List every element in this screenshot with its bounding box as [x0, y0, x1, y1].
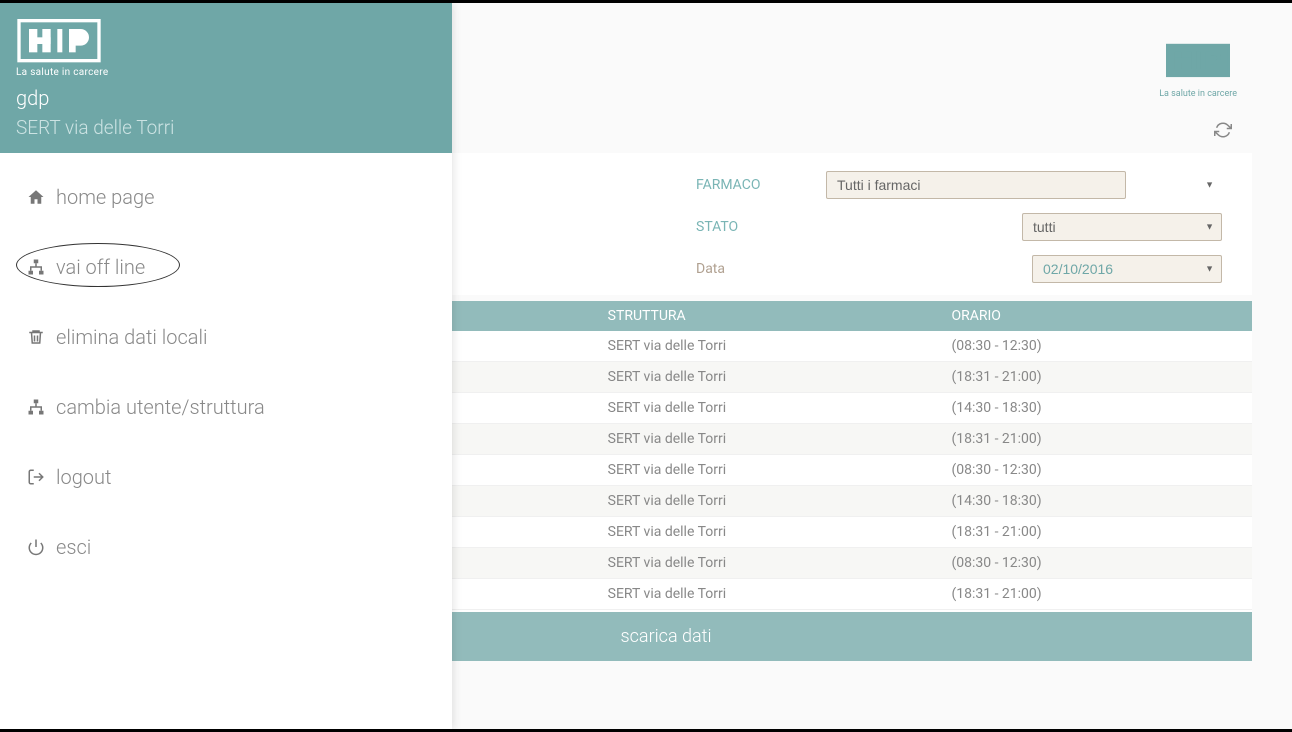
sidebar-location: SERT via delle Torri	[16, 116, 436, 139]
header-logo-tagline: La salute in carcere	[1159, 89, 1237, 99]
nav-item-label: logout	[56, 465, 111, 489]
sitemap-icon	[26, 398, 46, 416]
table-cell: SERT via delle Torri	[596, 331, 940, 362]
table-cell: SERT via delle Torri	[596, 424, 940, 455]
logout-icon	[26, 468, 46, 486]
nav-item-esci[interactable]: esci	[8, 521, 444, 573]
farmaco-label: FARMACO	[696, 177, 826, 193]
sidebar-logo: La salute in carcere	[16, 15, 108, 82]
stato-label: STATO	[696, 219, 826, 235]
refresh-button[interactable]	[1214, 121, 1232, 143]
data-select[interactable]: 02/10/2016	[1032, 255, 1222, 283]
header-logo: La salute in carcere	[1159, 43, 1237, 99]
trash-icon	[26, 328, 46, 346]
sitemap-icon	[26, 258, 46, 276]
table-cell: SERT via delle Torri	[596, 486, 940, 517]
table-cell: (18:31 - 21:00)	[939, 424, 1252, 455]
nav-item-elimina-dati-locali[interactable]: elimina dati locali	[8, 311, 444, 363]
home-icon	[26, 188, 46, 206]
nav-list: home page vai off line elimina dati locali…	[0, 153, 452, 609]
table-cell: SERT via delle Torri	[596, 517, 940, 548]
nav-item-vai-off-line[interactable]: vai off line	[8, 241, 444, 293]
power-icon	[26, 538, 46, 556]
data-label: Data	[696, 261, 826, 277]
sidebar-header: La salute in carcere gdp SERT via delle …	[0, 3, 452, 153]
sidebar-user: gdp	[16, 86, 436, 110]
stato-select[interactable]: tutti	[1022, 213, 1222, 241]
nav-item-cambia-utente/struttura[interactable]: cambia utente/struttura	[8, 381, 444, 433]
th-orario: ORARIO	[939, 301, 1252, 331]
nav-item-label: cambia utente/struttura	[56, 395, 265, 419]
farmaco-select[interactable]: Tutti i farmaci	[826, 171, 1126, 199]
table-cell: (08:30 - 12:30)	[939, 455, 1252, 486]
sidebar: La salute in carcere gdp SERT via delle …	[0, 3, 452, 729]
nav-item-home-page[interactable]: home page	[8, 171, 444, 223]
nav-item-logout[interactable]: logout	[8, 451, 444, 503]
table-cell: SERT via delle Torri	[596, 362, 940, 393]
nav-item-label: vai off line	[56, 255, 145, 279]
table-cell: (14:30 - 18:30)	[939, 486, 1252, 517]
nav-item-label: elimina dati locali	[56, 325, 208, 349]
table-cell: SERT via delle Torri	[596, 393, 940, 424]
table-cell: SERT via delle Torri	[596, 455, 940, 486]
th-struttura: STRUTTURA	[596, 301, 940, 331]
table-cell: (08:30 - 12:30)	[939, 331, 1252, 362]
nav-item-label: home page	[56, 185, 154, 209]
table-cell: SERT via delle Torri	[596, 548, 940, 579]
nav-item-label: esci	[56, 535, 91, 559]
table-cell: (08:30 - 12:30)	[939, 548, 1252, 579]
table-cell: (18:31 - 21:00)	[939, 579, 1252, 610]
table-cell: (14:30 - 18:30)	[939, 393, 1252, 424]
table-cell: (18:31 - 21:00)	[939, 517, 1252, 548]
table-cell: (18:31 - 21:00)	[939, 362, 1252, 393]
sidebar-logo-tagline: La salute in carcere	[16, 67, 108, 78]
table-cell: SERT via delle Torri	[596, 579, 940, 610]
